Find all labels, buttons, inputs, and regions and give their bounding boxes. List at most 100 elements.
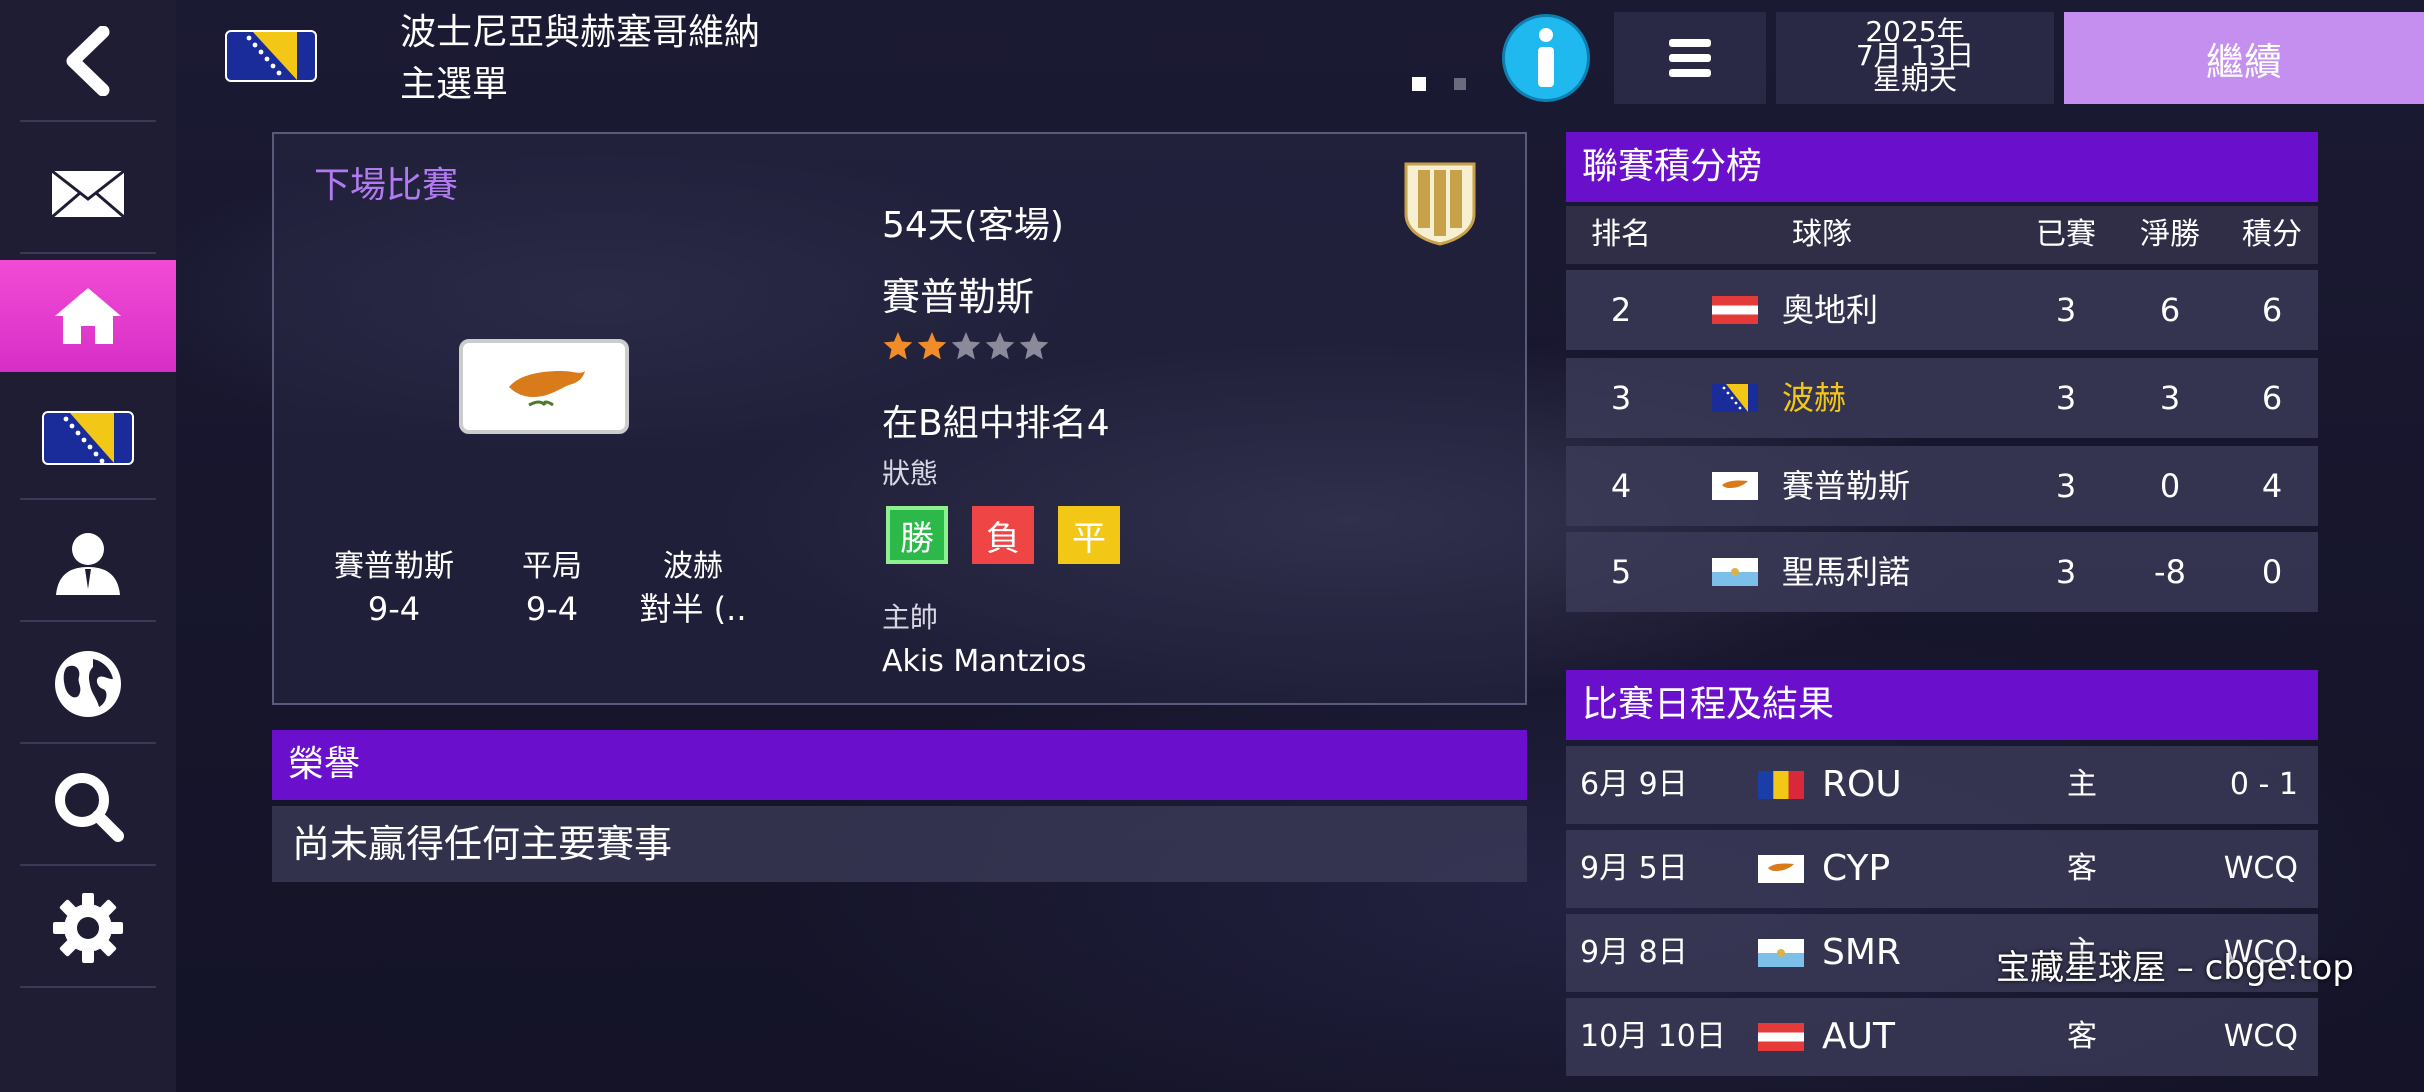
mail-icon bbox=[51, 169, 125, 219]
back-arrow-icon bbox=[66, 26, 110, 96]
fixture-row[interactable]: 6月 9日 ROU 主 0 - 1 bbox=[1566, 746, 2318, 824]
fixture-team: AUT bbox=[1822, 1016, 1895, 1057]
form-badge-loss: 負 bbox=[972, 506, 1034, 564]
home-icon bbox=[55, 288, 121, 344]
san-marino-flag-icon bbox=[1712, 558, 1758, 586]
sidebar-divider bbox=[20, 498, 156, 500]
competition-badge-icon bbox=[1404, 162, 1476, 246]
settings-gear-icon bbox=[53, 893, 123, 963]
star-filled-icon bbox=[883, 332, 913, 360]
search-icon bbox=[55, 773, 124, 842]
opponent-flag bbox=[459, 339, 629, 434]
row-rank: 3 bbox=[1610, 379, 1632, 417]
date-display: 2025年 7月 13日 星期天 bbox=[1776, 12, 2054, 104]
hamburger-icon bbox=[1669, 39, 1711, 77]
sidebar-item-team[interactable] bbox=[0, 382, 176, 494]
star-filled-icon bbox=[917, 332, 947, 360]
sidebar-item-settings[interactable] bbox=[0, 872, 176, 984]
col-team: 球隊 bbox=[1792, 217, 1852, 252]
sidebar-divider bbox=[20, 986, 156, 988]
col-rank: 排名 bbox=[1591, 217, 1651, 252]
fixture-row[interactable]: 9月 5日 CYP 客 WCQ bbox=[1566, 830, 2318, 908]
person-icon bbox=[56, 533, 120, 595]
austria-flag-icon bbox=[1712, 296, 1758, 324]
sidebar-item-world[interactable] bbox=[0, 628, 176, 740]
row-rank: 2 bbox=[1610, 291, 1632, 329]
fixture-row[interactable]: 10月 10日 AUT 客 WCQ bbox=[1566, 998, 2318, 1076]
fixture-team: SMR bbox=[1822, 932, 1901, 973]
fixture-venue: 客 bbox=[2067, 851, 2097, 886]
h2h-draw-value: 9-4 bbox=[525, 590, 579, 628]
fixture-venue: 客 bbox=[2067, 1019, 2097, 1054]
form-badge-draw: 平 bbox=[1058, 506, 1120, 564]
pager-dot[interactable] bbox=[1454, 78, 1466, 90]
star-empty-icon bbox=[985, 332, 1015, 360]
opponent-name: 賽普勒斯 bbox=[882, 275, 1035, 319]
pager-dot-active[interactable] bbox=[1412, 77, 1426, 91]
sidebar-item-mail[interactable] bbox=[0, 138, 176, 250]
h2h-away-label: 波赫 bbox=[663, 549, 723, 584]
league-table-columns: 排名 球隊 已賽 淨勝 積分 bbox=[1566, 206, 2318, 264]
form-badges: 勝 負 平 bbox=[886, 506, 1120, 564]
row-rank: 4 bbox=[1610, 467, 1632, 505]
star-empty-icon bbox=[1019, 332, 1049, 360]
row-gd: -8 bbox=[2154, 553, 2186, 591]
fixtures-header[interactable]: 比賽日程及結果 bbox=[1566, 670, 2318, 740]
fixture-team: CYP bbox=[1822, 848, 1891, 889]
row-played: 3 bbox=[2055, 291, 2077, 329]
col-played: 已賽 bbox=[2036, 217, 2096, 252]
austria-flag-icon bbox=[1758, 1023, 1804, 1051]
next-match-panel[interactable]: 下場比賽 54天(客場) 賽普勒斯 在B組中排名4 狀態 勝 負 平 主帥 Ak… bbox=[272, 132, 1527, 705]
continue-button[interactable]: 繼續 bbox=[2064, 12, 2424, 104]
fixture-date: 6月 9日 bbox=[1580, 767, 1688, 802]
row-pts: 0 bbox=[2261, 553, 2283, 591]
h2h-away-value: 對半 (.. bbox=[639, 590, 747, 628]
row-pts: 4 bbox=[2261, 467, 2283, 505]
opponent-rating-stars bbox=[882, 330, 1050, 362]
menu-button[interactable] bbox=[1614, 12, 1766, 104]
sidebar-divider bbox=[20, 120, 156, 122]
row-rank: 5 bbox=[1610, 553, 1632, 591]
row-pts: 6 bbox=[2261, 291, 2283, 329]
league-table-row[interactable]: 2 奧地利 3 6 6 bbox=[1566, 270, 2318, 350]
row-played: 3 bbox=[2055, 553, 2077, 591]
back-button[interactable] bbox=[0, 5, 176, 117]
sidebar-divider bbox=[20, 742, 156, 744]
info-button[interactable] bbox=[1502, 14, 1590, 102]
col-pts: 積分 bbox=[2242, 217, 2302, 252]
honours-header: 榮譽 bbox=[272, 730, 1527, 800]
cyprus-flag-icon bbox=[509, 370, 585, 406]
bosnia-flag-icon bbox=[1712, 384, 1758, 412]
league-table-row[interactable]: 5 聖馬利諾 3 -8 0 bbox=[1566, 532, 2318, 612]
sidebar-divider bbox=[20, 620, 156, 622]
star-empty-icon bbox=[951, 332, 981, 360]
sidebar-item-home[interactable] bbox=[0, 260, 176, 372]
fixture-date: 9月 8日 bbox=[1580, 935, 1688, 970]
sidebar bbox=[0, 0, 176, 1092]
sidebar-item-search[interactable] bbox=[0, 750, 176, 862]
honours-text: 尚未贏得任何主要賽事 bbox=[272, 806, 1527, 882]
col-gd: 淨勝 bbox=[2140, 217, 2200, 252]
romania-flag-icon bbox=[1758, 771, 1804, 799]
coach-name: Akis Mantzios bbox=[882, 644, 1087, 679]
row-team: 聖馬利諾 bbox=[1782, 553, 1911, 591]
san-marino-flag-icon bbox=[1758, 939, 1804, 967]
sidebar-item-staff[interactable] bbox=[0, 508, 176, 620]
sidebar-divider bbox=[20, 864, 156, 866]
h2h-draw-label: 平局 bbox=[522, 549, 582, 584]
row-played: 3 bbox=[2055, 467, 2077, 505]
fixture-result: WCQ bbox=[2223, 1019, 2298, 1054]
sidebar-divider bbox=[20, 252, 156, 254]
h2h-away: 波赫 對半 (.. bbox=[608, 546, 778, 630]
row-gd: 0 bbox=[2159, 467, 2181, 505]
league-table-row-highlight[interactable]: 3 波赫 3 3 6 bbox=[1566, 358, 2318, 438]
watermark-text: 宝藏星球屋 – cbge.top bbox=[1996, 948, 2354, 988]
league-table-header[interactable]: 聯賽積分榜 bbox=[1566, 132, 2318, 202]
next-match-title: 下場比賽 bbox=[314, 165, 459, 206]
h2h-home: 賽普勒斯 9-4 bbox=[314, 546, 474, 630]
row-team: 奧地利 bbox=[1782, 291, 1879, 329]
fixture-result: WCQ bbox=[2223, 851, 2298, 886]
h2h-home-label: 賽普勒斯 bbox=[334, 549, 454, 584]
row-gd: 6 bbox=[2159, 291, 2181, 329]
league-table-row[interactable]: 4 賽普勒斯 3 0 4 bbox=[1566, 446, 2318, 526]
